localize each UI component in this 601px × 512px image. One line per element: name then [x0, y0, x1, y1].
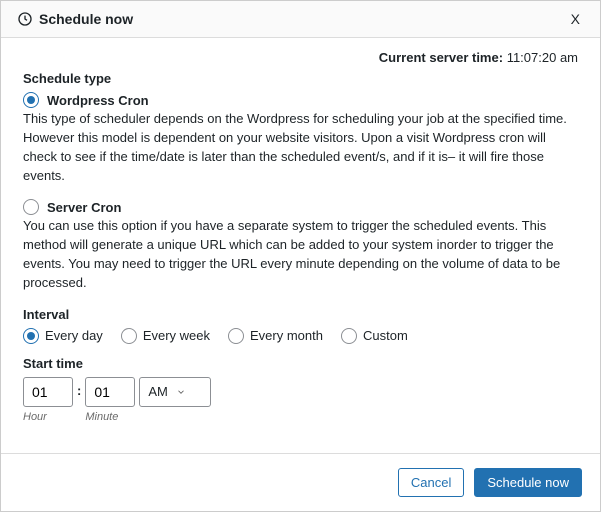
time-colon: : — [77, 383, 81, 398]
period-hint — [139, 411, 142, 423]
modal-header: Schedule now X — [1, 1, 600, 38]
chevron-down-icon — [176, 387, 186, 397]
minute-hint: Minute — [85, 411, 118, 423]
server-time-value: 11:07:20 am — [507, 50, 578, 65]
modal-title: Schedule now — [17, 11, 567, 27]
hour-hint: Hour — [23, 411, 47, 423]
desc-wordpress-cron: This type of scheduler depends on the Wo… — [23, 110, 578, 185]
interval-option-custom[interactable]: Custom — [341, 328, 408, 344]
radio-wordpress-cron[interactable] — [23, 92, 39, 108]
start-time-row: Hour : Minute AM — [23, 377, 578, 423]
interval-label-every-day[interactable]: Every day — [45, 328, 103, 343]
modal-title-text: Schedule now — [39, 11, 133, 27]
minute-col: Minute — [85, 377, 135, 423]
hour-col: Hour — [23, 377, 73, 423]
start-time-label: Start time — [23, 356, 578, 371]
interval-label-custom[interactable]: Custom — [363, 328, 408, 343]
radio-label-wordpress-cron[interactable]: Wordpress Cron — [47, 93, 149, 108]
interval-label-every-week[interactable]: Every week — [143, 328, 210, 343]
interval-option-every-week[interactable]: Every week — [121, 328, 210, 344]
radio-label-server-cron[interactable]: Server Cron — [47, 200, 121, 215]
interval-label-every-month[interactable]: Every month — [250, 328, 323, 343]
interval-options: Every day Every week Every month Custom — [23, 328, 578, 344]
close-button[interactable]: X — [567, 11, 584, 27]
radio-server-cron[interactable] — [23, 199, 39, 215]
period-value: AM — [148, 384, 168, 399]
interval-option-every-month[interactable]: Every month — [228, 328, 323, 344]
schedule-type-label: Schedule type — [23, 71, 578, 86]
interval-label: Interval — [23, 307, 578, 322]
schedule-type-option-wordpress[interactable]: Wordpress Cron — [23, 92, 578, 108]
period-col: AM — [139, 377, 211, 423]
radio-every-week[interactable] — [121, 328, 137, 344]
radio-custom[interactable] — [341, 328, 357, 344]
server-time: Current server time: 11:07:20 am — [23, 50, 578, 65]
minute-input[interactable] — [85, 377, 135, 407]
radio-every-month[interactable] — [228, 328, 244, 344]
clock-icon — [17, 11, 33, 27]
server-time-label: Current server time: — [379, 50, 503, 65]
period-select[interactable]: AM — [139, 377, 211, 407]
modal-content: Current server time: 11:07:20 am Schedul… — [1, 38, 600, 453]
schedule-type-option-server[interactable]: Server Cron — [23, 199, 578, 215]
hour-input[interactable] — [23, 377, 73, 407]
interval-option-every-day[interactable]: Every day — [23, 328, 103, 344]
desc-server-cron: You can use this option if you have a se… — [23, 217, 578, 292]
radio-every-day[interactable] — [23, 328, 39, 344]
schedule-now-button[interactable]: Schedule now — [474, 468, 582, 497]
modal-footer: Cancel Schedule now — [1, 453, 600, 511]
cancel-button[interactable]: Cancel — [398, 468, 464, 497]
